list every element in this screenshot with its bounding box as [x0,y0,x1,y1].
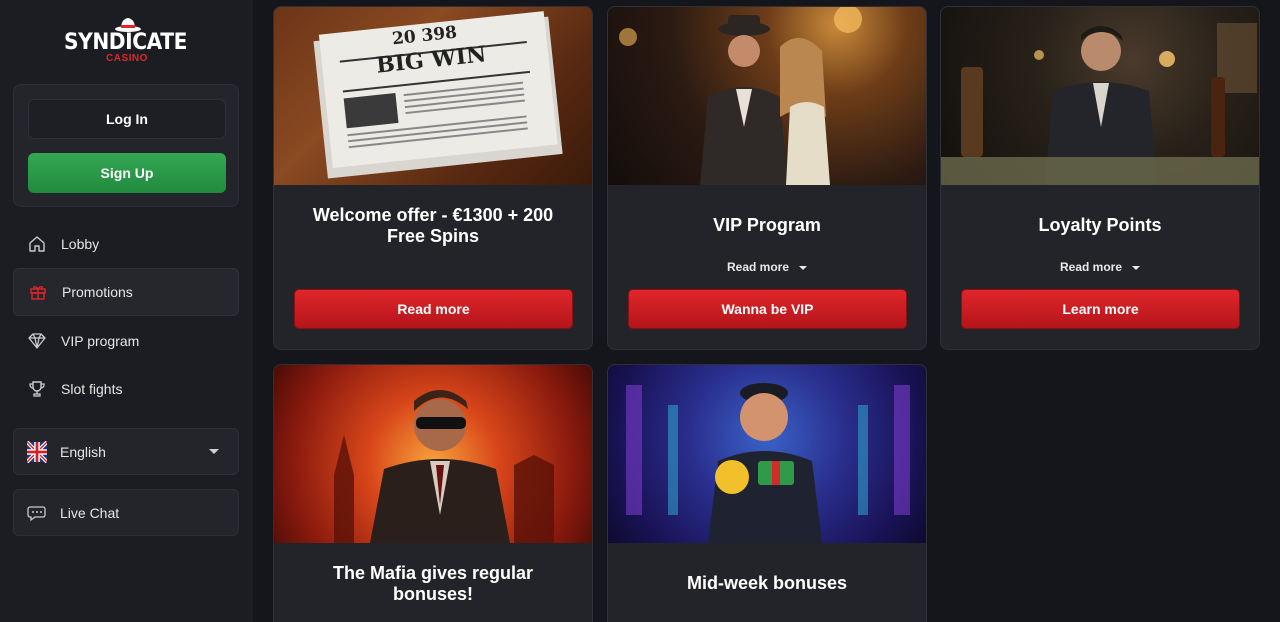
read-more-label: Read more [1059,260,1123,274]
learn-more-button[interactable]: Learn more [961,289,1240,329]
promo-title: Welcome offer - €1300 + 200 Free Spins [312,205,554,246]
chevron-down-icon [799,265,808,270]
brand-sub: CASINO [106,53,148,64]
boss-illustration [941,23,1259,185]
promo-card-vip-program: VIP Program Read more Wanna be VIP [607,6,927,350]
promo-title: VIP Program [713,215,821,235]
mafia-illustration [334,390,554,543]
language-selector[interactable]: English [13,428,239,475]
promo-image [608,7,926,185]
login-button[interactable]: Log In [28,99,226,139]
promo-card-loyalty-points: Loyalty Points Read more Learn more [940,6,1260,350]
read-more-toggle[interactable]: Read more [941,260,1259,274]
chevron-down-icon [209,449,219,454]
brand-logo[interactable]: SYNDICATE CASINO [62,14,192,66]
promo-title: Loyalty Points [1038,215,1162,235]
promo-card-midweek-bonuses: Mid-week bonuses [607,364,927,622]
promo-image: 20 398 BIG WIN [274,7,592,185]
live-chat-button[interactable]: Live Chat [13,489,239,536]
sidebar-item-vip-program[interactable]: VIP program [13,317,239,365]
home-icon [27,234,47,254]
uk-flag-icon [27,440,47,463]
sidebar-item-slot-fights[interactable]: Slot fights [13,365,239,413]
vip-button[interactable]: Wanna be VIP [628,289,907,329]
promo-image [941,7,1259,185]
chat-icon [27,503,47,523]
live-chat-label: Live Chat [60,504,120,521]
sidebar-item-label: Lobby [61,236,100,252]
promo-image [608,365,926,543]
promo-image [274,365,592,543]
read-more-button[interactable]: Read more [294,289,573,329]
sidebar-item-label: Slot fights [61,381,123,397]
sidebar-item-promotions[interactable]: Promotions [13,268,239,316]
sidebar: SYNDICATE CASINO Log In Sign Up Lobby Pr… [0,0,253,622]
gift-icon [28,282,48,302]
promo-card-mafia-bonuses: The Mafia gives regular bonuses! [273,364,593,622]
language-label: English [60,443,106,460]
vip-couple-illustration [619,7,862,185]
read-more-toggle[interactable]: Read more [608,260,926,274]
chevron-down-icon [1132,265,1141,270]
promo-card-welcome-offer: 20 398 BIG WIN Welcome offer - €1300 + 2… [273,6,593,350]
brand-name: SYNDICATE [64,30,187,55]
sidebar-item-label: Promotions [62,284,133,300]
sidebar-item-lobby[interactable]: Lobby [13,220,239,268]
signup-button[interactable]: Sign Up [28,153,226,193]
trophy-icon [27,379,47,399]
diamond-icon [27,331,47,351]
auth-panel: Log In Sign Up [13,84,239,207]
read-more-label: Read more [726,260,790,274]
midweek-illustration [626,383,910,543]
sidebar-item-label: VIP program [61,333,140,349]
promo-title: Mid-week bonuses [686,573,848,593]
promo-title: The Mafia gives regular bonuses! [332,563,534,604]
